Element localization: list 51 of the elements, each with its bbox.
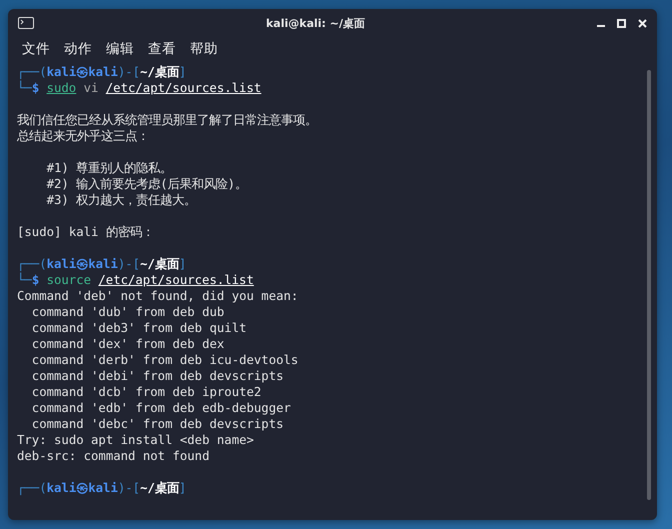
prompt-symbol: $: [32, 273, 40, 287]
menu-item[interactable]: 查看: [148, 40, 176, 58]
terminal-output: #3) 权力越大，责任越大。: [46, 192, 198, 208]
window-title: kali@kali: ~/桌面: [264, 16, 366, 30]
prompt-user: kali㉿kali: [46, 257, 118, 271]
prompt-directory: ~/桌面: [140, 257, 179, 271]
prompt-frame: ]: [178, 65, 186, 79]
file-path: /etc/apt/sources.list: [98, 273, 254, 287]
terminal-output: Command 'deb' not found, did you mean:: [17, 288, 300, 304]
prompt-frame: )-[: [118, 481, 140, 495]
menu-item[interactable]: 编辑: [106, 40, 134, 58]
prompt-frame: ]: [178, 481, 186, 495]
menu-item[interactable]: 帮助: [190, 40, 218, 58]
terminal-output: command 'dcb' from deb iproute2: [30, 384, 262, 400]
menu-item[interactable]: 文件: [22, 40, 50, 58]
prompt-user: kali㉿kali: [46, 481, 118, 495]
terminal-output: command 'debi' from deb devscripts: [30, 368, 285, 384]
terminal-output: deb-src: command not found: [17, 448, 210, 464]
prompt-directory: ~/桌面: [140, 65, 179, 79]
maximize-icon[interactable]: [617, 18, 626, 28]
terminal-icon: [18, 17, 34, 29]
prompt-frame: )-[: [118, 65, 140, 79]
prompt-frame: ┌──(: [17, 481, 47, 495]
terminal-output: #1) 尊重别人的隐私。: [46, 160, 174, 176]
prompt-frame: └─: [17, 81, 32, 95]
terminal-output: command 'derb' from deb icu-devtools: [30, 352, 300, 368]
terminal-output: 总结起来无外乎这三点：: [17, 128, 150, 144]
file-path: /etc/apt/sources.list: [106, 81, 262, 95]
prompt-frame: └─: [17, 273, 32, 287]
scrollbar[interactable]: [647, 70, 651, 500]
terminal-output: 我们信任您已经从系统管理员那里了解了日常注意事项。: [17, 112, 318, 128]
terminal-output: [sudo] kali 的密码：: [17, 224, 155, 240]
command-argument: vi: [84, 81, 98, 95]
prompt-frame: ┌──(: [17, 65, 47, 79]
prompt-user: kali㉿kali: [46, 65, 118, 79]
close-icon[interactable]: [638, 18, 647, 28]
terminal-output: #2) 输入前要先考虑(后果和风险)。: [46, 176, 248, 192]
prompt-directory: ~/桌面: [140, 481, 179, 495]
terminal-output: command 'edb' from deb edb-debugger: [30, 400, 292, 416]
menu-item[interactable]: 动作: [64, 40, 92, 58]
terminal-output: Try: sudo apt install <deb name>: [17, 432, 255, 448]
prompt-frame: ┌──(: [17, 257, 47, 271]
command-name: source: [46, 273, 92, 287]
terminal-output: command 'deb3' from deb quilt: [30, 320, 248, 336]
terminal-output: command 'debc' from deb devscripts: [30, 416, 285, 432]
terminal-output: command 'dex' from deb dex: [30, 336, 226, 352]
prompt-frame: ]: [178, 257, 186, 271]
terminal-output: command 'dub' from deb dub: [30, 304, 226, 320]
command-name: sudo: [46, 81, 76, 95]
prompt-frame: )-[: [118, 257, 140, 271]
prompt-symbol: $: [32, 81, 40, 95]
